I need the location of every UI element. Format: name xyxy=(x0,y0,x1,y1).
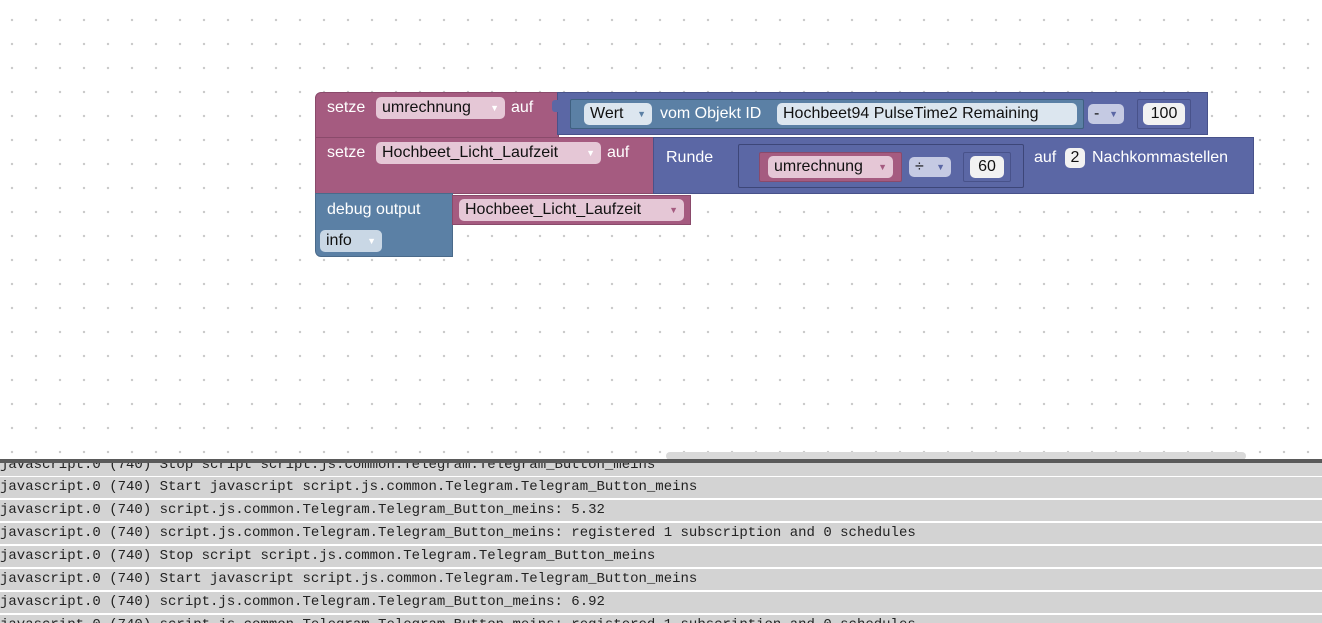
get-variable-block-umrechnung[interactable]: umrechnung ▼ xyxy=(759,152,902,182)
decimals-field[interactable]: 2 xyxy=(1065,148,1085,168)
debug-output-label: debug output xyxy=(327,201,421,218)
get-value-block[interactable]: Wert ▼ vom Objekt ID Hochbeet94 PulseTim… xyxy=(570,99,1084,129)
number-block-60[interactable]: 60 xyxy=(963,152,1011,182)
operator-dropdown-divide[interactable]: ÷ ▼ xyxy=(909,157,951,177)
chevron-down-icon: ▼ xyxy=(936,162,945,172)
log-row: javascript.0 (740) Start javascript scri… xyxy=(0,477,1322,498)
runde-label: Runde xyxy=(666,149,714,166)
log-console: javascript.0 (740) Stop script script.js… xyxy=(0,459,1322,623)
log-row: javascript.0 (740) script.js.common.Tele… xyxy=(0,615,1322,623)
auf-label: auf xyxy=(607,144,630,161)
chevron-down-icon: ▼ xyxy=(669,205,678,215)
number-field-60[interactable]: 60 xyxy=(970,156,1004,178)
nachkommastellen-label: Nachkommastellen xyxy=(1092,149,1229,166)
vom-objekt-id-label: vom Objekt ID xyxy=(660,105,762,122)
blockly-workspace[interactable]: setze umrechnung ▼ auf Wert ▼ vom Objekt… xyxy=(0,0,1322,460)
chevron-down-icon: ▼ xyxy=(1109,109,1118,119)
variable-dropdown-umrechnung[interactable]: umrechnung ▼ xyxy=(376,97,505,119)
auf-label: auf xyxy=(1034,149,1057,166)
operator-dropdown-minus[interactable]: - ▼ xyxy=(1088,104,1124,124)
object-id-field[interactable]: Hochbeet94 PulseTime2 Remaining xyxy=(777,103,1077,125)
chevron-down-icon: ▼ xyxy=(586,148,595,158)
debug-output-block[interactable]: debug output info ▼ xyxy=(315,193,453,257)
setze-label: setze xyxy=(327,144,366,161)
chevron-down-icon: ▼ xyxy=(878,162,887,172)
log-level-dropdown[interactable]: info ▼ xyxy=(320,230,382,252)
get-variable-block-hochbeet-licht-laufzeit[interactable]: Hochbeet_Licht_Laufzeit ▼ xyxy=(452,195,691,225)
math-arithmetic-block[interactable]: Wert ▼ vom Objekt ID Hochbeet94 PulseTim… xyxy=(552,92,1208,135)
log-row: javascript.0 (740) script.js.common.Tele… xyxy=(0,523,1322,544)
math-round-block[interactable]: Runde umrechnung ▼ ÷ ▼ 60 auf 2 Nachkomm… xyxy=(653,137,1254,194)
variable-dropdown-hochbeet-licht-laufzeit[interactable]: Hochbeet_Licht_Laufzeit ▼ xyxy=(376,142,601,164)
attribute-dropdown-wert[interactable]: Wert ▼ xyxy=(584,103,652,125)
log-row: javascript.0 (740) Stop script script.js… xyxy=(0,463,1322,476)
log-row: javascript.0 (740) Start javascript scri… xyxy=(0,569,1322,590)
chevron-down-icon: ▼ xyxy=(637,109,646,119)
log-row: javascript.0 (740) script.js.common.Tele… xyxy=(0,592,1322,613)
variable-dropdown-umrechnung[interactable]: umrechnung ▼ xyxy=(768,156,893,178)
log-row: javascript.0 (740) script.js.common.Tele… xyxy=(0,500,1322,521)
set-variable-block-hochbeet-licht-laufzeit[interactable]: setze Hochbeet_Licht_Laufzeit ▼ auf xyxy=(315,137,655,194)
chevron-down-icon: ▼ xyxy=(490,103,499,113)
chevron-down-icon: ▼ xyxy=(367,236,376,246)
auf-label: auf xyxy=(511,99,534,116)
number-block-100[interactable]: 100 xyxy=(1137,99,1191,129)
log-row: javascript.0 (740) Stop script script.js… xyxy=(0,546,1322,567)
set-variable-block-umrechnung[interactable]: setze umrechnung ▼ auf xyxy=(315,92,559,138)
math-divide-block[interactable]: umrechnung ▼ ÷ ▼ 60 xyxy=(738,144,1024,188)
number-field-100[interactable]: 100 xyxy=(1143,103,1185,125)
variable-dropdown-hochbeet-licht-laufzeit[interactable]: Hochbeet_Licht_Laufzeit ▼ xyxy=(459,199,684,221)
setze-label: setze xyxy=(327,99,366,116)
